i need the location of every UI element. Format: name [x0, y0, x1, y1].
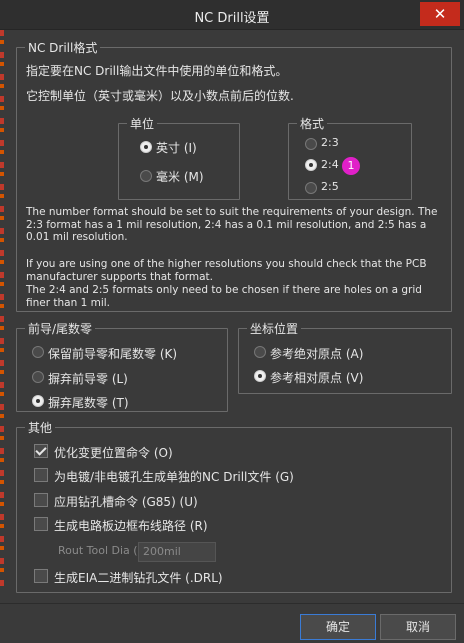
board-outline-checkbox[interactable]: [34, 517, 48, 531]
units-inch-radio[interactable]: [140, 141, 152, 153]
format-2-4-radio[interactable]: [305, 159, 317, 171]
format-description-1: 指定要在NC Drill输出文件中使用的单位和格式。: [26, 64, 288, 78]
rout-tool-label: Rout Tool Dia (: [58, 544, 138, 557]
ok-button[interactable]: 确定: [300, 614, 376, 640]
units-group: 单位: [118, 115, 240, 200]
eia-binary-checkbox[interactable]: [34, 569, 48, 583]
optimize-position-checkbox[interactable]: [34, 444, 48, 458]
format-note-3: The 2:4 and 2:5 formats only need to be …: [26, 284, 422, 309]
format-2-3-radio[interactable]: [305, 138, 317, 150]
step-badge: 1: [342, 157, 360, 175]
format-description-2: 它控制单位（英寸或毫米）以及小数点前后的位数.: [26, 89, 294, 103]
suppress-trailing-radio[interactable]: [32, 395, 44, 407]
other-legend: 其他: [25, 419, 56, 436]
keep-zeros-label[interactable]: 保留前导零和尾数零 (K): [48, 345, 177, 362]
rout-tool-dia-field: 200mil: [138, 542, 216, 562]
background-strip: [0, 30, 4, 590]
keep-zeros-radio[interactable]: [32, 346, 44, 358]
units-legend: 单位: [127, 115, 158, 132]
relative-origin-label[interactable]: 参考相对原点 (V): [270, 369, 363, 386]
nc-drill-format-legend: NC Drill格式: [25, 39, 101, 56]
cancel-button[interactable]: 取消: [380, 614, 456, 640]
format-legend: 格式: [297, 115, 328, 132]
separate-files-checkbox[interactable]: [34, 468, 48, 482]
eia-binary-label[interactable]: 生成EIA二进制钻孔文件 (.DRL): [54, 569, 223, 586]
format-2-5-label[interactable]: 2:5: [321, 180, 339, 193]
close-button[interactable]: ✕: [420, 2, 460, 26]
footer-divider: [0, 603, 464, 604]
coordinates-legend: 坐标位置: [247, 320, 302, 337]
units-inch-label[interactable]: 英寸 (I): [156, 139, 197, 156]
zeros-legend: 前导/尾数零: [25, 320, 96, 337]
board-outline-label[interactable]: 生成电路板边框布线路径 (R): [54, 517, 208, 534]
nc-drill-settings-dialog: NC Drill设置 ✕ NC Drill格式 指定要在NC Drill输出文件…: [0, 0, 464, 643]
suppress-trailing-label[interactable]: 摒弃尾数零 (T): [48, 394, 129, 411]
format-note-2: If you are using one of the higher resol…: [26, 258, 427, 283]
title-bar[interactable]: NC Drill设置 ✕: [0, 0, 464, 30]
format-note-1: The number format should be set to suit …: [26, 206, 438, 243]
relative-origin-radio[interactable]: [254, 370, 266, 382]
format-2-3-label[interactable]: 2:3: [321, 136, 339, 149]
slot-command-label[interactable]: 应用钻孔槽命令 (G85) (U): [54, 493, 198, 510]
separate-files-label[interactable]: 为电镀/非电镀孔生成单独的NC Drill文件 (G): [54, 468, 294, 485]
units-mm-label[interactable]: 毫米 (M): [156, 168, 204, 185]
format-2-5-radio[interactable]: [305, 182, 317, 194]
suppress-leading-label[interactable]: 摒弃前导零 (L): [48, 370, 128, 387]
absolute-origin-label[interactable]: 参考绝对原点 (A): [270, 345, 363, 362]
optimize-position-label[interactable]: 优化变更位置命令 (O): [54, 444, 173, 461]
suppress-leading-radio[interactable]: [32, 371, 44, 383]
units-mm-radio[interactable]: [140, 170, 152, 182]
absolute-origin-radio[interactable]: [254, 346, 266, 358]
slot-command-checkbox[interactable]: [34, 493, 48, 507]
window-title: NC Drill设置: [194, 11, 270, 26]
format-2-4-label[interactable]: 2:4: [321, 158, 339, 171]
